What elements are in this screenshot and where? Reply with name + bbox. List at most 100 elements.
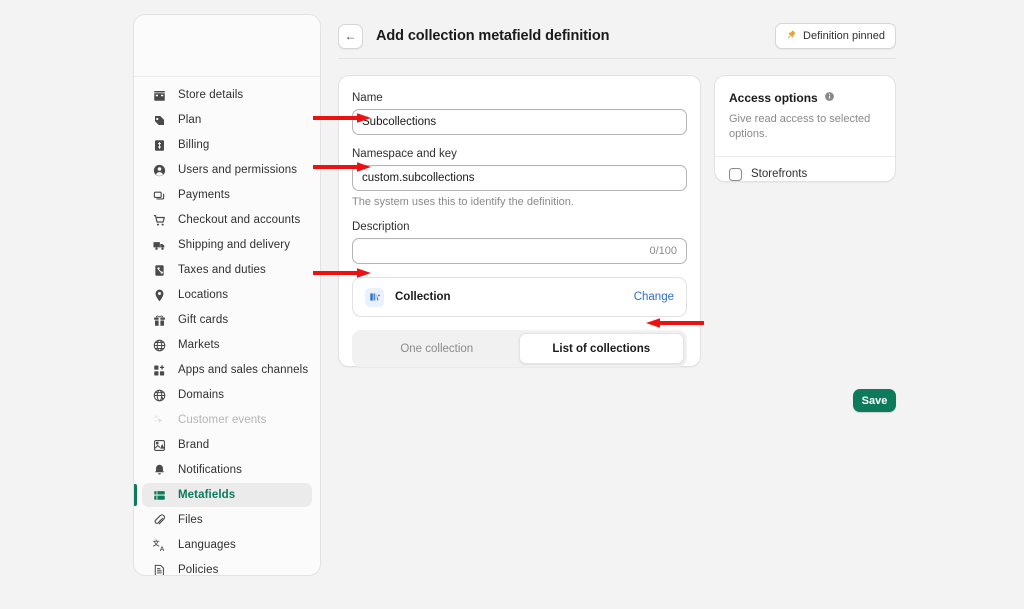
sidebar-item-domains[interactable]: Domains (142, 383, 312, 407)
sidebar-item-metafields[interactable]: Metafields (134, 483, 312, 507)
page-title: Add collection metafield definition (376, 28, 610, 44)
cursor-sparkle-icon (152, 413, 167, 428)
arrow-to-list-of-collections (646, 317, 704, 329)
plan-icon (152, 113, 167, 128)
sidebar-item-label: Brand (178, 439, 210, 451)
sidebar-item-label: Taxes and duties (178, 264, 266, 276)
sidebar-item-gift-cards[interactable]: Gift cards (142, 308, 312, 332)
namespace-field-group: Namespace and key custom.subcollections … (352, 148, 687, 208)
access-options-title: Access options (729, 91, 818, 105)
header-divider (338, 58, 896, 59)
user-icon (152, 163, 167, 178)
collection-count-segmented-control: One collection List of collections (352, 330, 687, 367)
metafield-type-card: Collection Change (352, 277, 687, 317)
description-field-group: Description 0/100 (352, 221, 687, 264)
sidebar-item-label: Store details (178, 89, 244, 101)
sidebar-item-apps-and-sales-channels[interactable]: Apps and sales channels (142, 358, 312, 382)
page-header: ← Add collection metafield definition De… (338, 14, 896, 58)
metafields-icon (152, 488, 167, 503)
svg-text:A: A (160, 545, 165, 552)
arrow-to-type-card (313, 267, 371, 279)
namespace-label: Namespace and key (352, 148, 457, 160)
sidebar-item-label: Plan (178, 114, 202, 126)
sidebar-item-label: Checkout and accounts (178, 214, 301, 226)
pushpin-icon (786, 29, 797, 43)
access-options-card: Access options Give read access to selec… (714, 75, 896, 182)
sidebar-item-billing[interactable]: Billing (142, 133, 312, 157)
sidebar-item-policies[interactable]: Policies (142, 558, 312, 576)
cart-icon (152, 213, 167, 228)
segment-list-of-collections[interactable]: List of collections (518, 333, 684, 364)
policies-icon (152, 563, 167, 575)
change-type-link[interactable]: Change (634, 291, 674, 303)
truck-icon (152, 238, 167, 253)
definition-pinned-button[interactable]: Definition pinned (775, 23, 896, 49)
sidebar-item-label: Gift cards (178, 314, 229, 326)
arrow-to-name-field (313, 112, 371, 124)
domains-globe-icon (152, 388, 167, 403)
sidebar-item-customer-events[interactable]: Customer events (142, 408, 312, 432)
sidebar-item-store-details[interactable]: Store details (142, 83, 312, 107)
definition-pinned-label: Definition pinned (803, 30, 885, 42)
sidebar-item-label: Shipping and delivery (178, 239, 291, 251)
sidebar-item-label: Billing (178, 139, 210, 151)
globe-icon (152, 338, 167, 353)
description-character-counter: 0/100 (649, 245, 677, 257)
bell-icon (152, 463, 167, 478)
description-label: Description (352, 221, 410, 233)
sidebar-item-label: Apps and sales channels (178, 364, 309, 376)
sidebar-nav: Store details Plan Billing Users and per… (134, 77, 320, 576)
back-button[interactable]: ← (338, 23, 363, 49)
sidebar-item-label: Locations (178, 289, 229, 301)
store-icon (152, 88, 167, 103)
save-button[interactable]: Save (853, 389, 896, 412)
sidebar-item-markets[interactable]: Markets (142, 333, 312, 357)
namespace-help-text: The system uses this to identify the def… (352, 196, 574, 208)
brand-image-icon (152, 438, 167, 453)
metafield-type-name: Collection (395, 291, 451, 303)
collection-icon (365, 287, 384, 307)
sidebar-item-taxes-and-duties[interactable]: Taxes and duties (142, 258, 312, 282)
sidebar-item-label: Customer events (178, 414, 267, 426)
sidebar-item-label: Payments (178, 189, 230, 201)
arrow-to-namespace-field (313, 161, 371, 173)
sidebar-item-payments[interactable]: Payments (142, 183, 312, 207)
sidebar-item-brand[interactable]: Brand (142, 433, 312, 457)
sidebar-item-label: Metafields (178, 489, 236, 501)
sidebar-item-label: Languages (178, 539, 236, 551)
paperclip-icon (152, 513, 167, 528)
segment-one-collection[interactable]: One collection (355, 333, 519, 364)
gift-card-icon (152, 313, 167, 328)
storefronts-checkbox[interactable] (729, 167, 742, 181)
location-pin-icon (152, 288, 167, 303)
description-input[interactable]: 0/100 (352, 238, 687, 264)
sidebar-item-notifications[interactable]: Notifications (142, 458, 312, 482)
arrow-left-icon: ← (344, 29, 357, 43)
sidebar-item-files[interactable]: Files (142, 508, 312, 532)
svg-text:文: 文 (152, 538, 160, 547)
storefronts-label: Storefronts (751, 168, 808, 181)
access-options-header: Access options Give read access to selec… (715, 76, 895, 156)
sidebar-item-label: Users and permissions (178, 164, 298, 176)
sidebar-item-label: Domains (178, 389, 225, 401)
name-input-value: Subcollections (362, 116, 437, 128)
namespace-input[interactable]: custom.subcollections (352, 165, 687, 191)
apps-icon (152, 363, 167, 378)
sidebar-item-shipping-and-delivery[interactable]: Shipping and delivery (142, 233, 312, 257)
sidebar-item-languages[interactable]: 文A Languages (142, 533, 312, 557)
sidebar-item-label: Files (178, 514, 203, 526)
sidebar-item-locations[interactable]: Locations (142, 283, 312, 307)
payments-icon (152, 188, 167, 203)
storefronts-option-row[interactable]: Storefronts (715, 157, 895, 181)
name-input[interactable]: Subcollections (352, 109, 687, 135)
sidebar-item-label: Policies (178, 564, 219, 576)
sidebar-item-users-and-permissions[interactable]: Users and permissions (142, 158, 312, 182)
sidebar-item-plan[interactable]: Plan (142, 108, 312, 132)
app-root: Store details Plan Billing Users and per… (0, 0, 1024, 609)
languages-icon: 文A (152, 538, 167, 553)
name-label: Name (352, 92, 383, 104)
sidebar-item-checkout-and-accounts[interactable]: Checkout and accounts (142, 208, 312, 232)
namespace-input-value: custom.subcollections (362, 172, 475, 184)
settings-sidebar: Store details Plan Billing Users and per… (133, 14, 321, 576)
info-icon[interactable] (824, 89, 835, 107)
